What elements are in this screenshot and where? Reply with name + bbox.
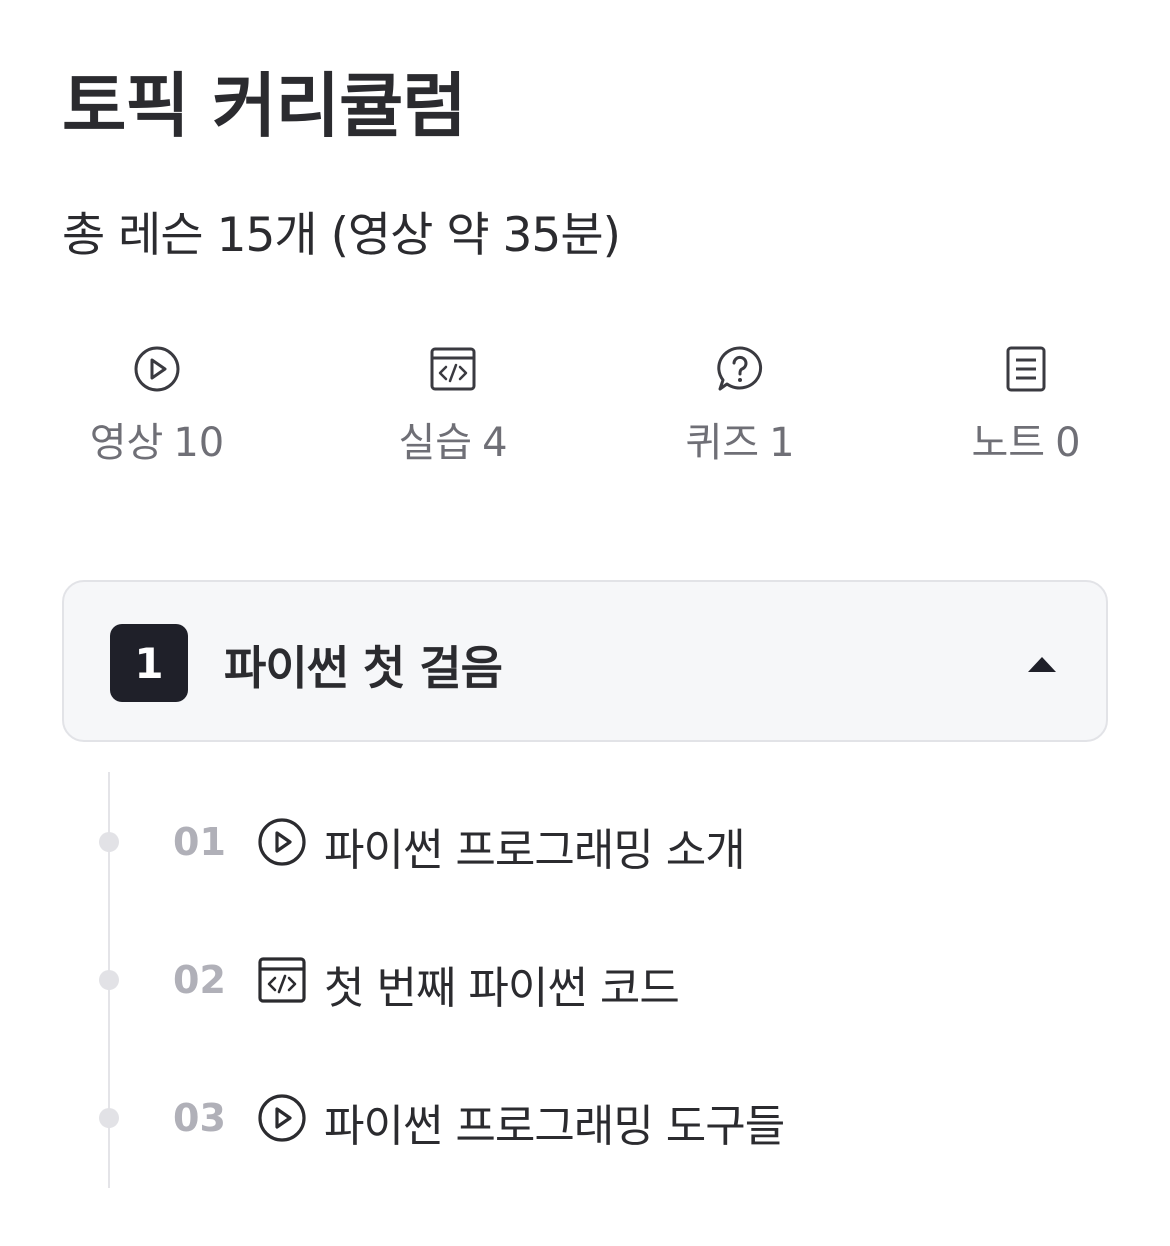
stat-count: 4 [482, 420, 508, 466]
page-title: 토픽 커리큘럼 [62, 65, 467, 147]
section-title: 파이썬 첫 걸음 [224, 641, 503, 695]
stat-label: 퀴즈 [685, 420, 760, 466]
stat-label: 실습 [398, 420, 473, 466]
lesson-summary: 총 레슨 15개 (영상 약 35분) [62, 208, 621, 263]
lesson-title: 첫 번째 파이썬 코드 [324, 963, 680, 1014]
section-header-1[interactable]: 1 파이썬 첫 걸음 [62, 580, 1108, 742]
video-icon [258, 818, 306, 866]
timeline-dot [99, 970, 119, 990]
note-icon [1006, 346, 1046, 392]
timeline-dot [99, 1108, 119, 1128]
video-icon [134, 346, 180, 392]
code-icon [258, 957, 306, 1003]
lesson-item[interactable]: 02 첫 번째 파이썬 코드 [0, 940, 1170, 1020]
video-icon [258, 1094, 306, 1142]
stat-count: 0 [1055, 420, 1081, 466]
quiz-icon [717, 346, 763, 391]
stat-quiz: 퀴즈 1 [640, 344, 840, 468]
stat-video: 영상 10 [57, 344, 257, 468]
lesson-item[interactable]: 01 파이썬 프로그래밍 소개 [0, 802, 1170, 882]
stat-count: 1 [769, 420, 795, 466]
lesson-number: 02 [173, 958, 226, 1002]
lesson-number: 03 [173, 1096, 226, 1140]
caret-up-icon[interactable] [1026, 654, 1058, 674]
lesson-number: 01 [173, 820, 226, 864]
lesson-item[interactable]: 03 파이썬 프로그래밍 도구들 [0, 1078, 1170, 1158]
timeline-dot [99, 832, 119, 852]
section-number-badge: 1 [110, 624, 188, 702]
stat-note: 노트 0 [926, 344, 1126, 468]
stat-count: 10 [173, 420, 225, 466]
code-icon [430, 347, 476, 391]
lesson-title: 파이썬 프로그래밍 소개 [324, 825, 746, 876]
curriculum-page: 토픽 커리큘럼 총 레슨 15개 (영상 약 35분) 영상 10 실습 4 퀴… [0, 0, 1170, 1246]
stat-code: 실습 4 [353, 344, 553, 468]
stat-label: 영상 [89, 420, 164, 466]
stat-label: 노트 [971, 420, 1046, 466]
lesson-title: 파이썬 프로그래밍 도구들 [324, 1101, 785, 1152]
